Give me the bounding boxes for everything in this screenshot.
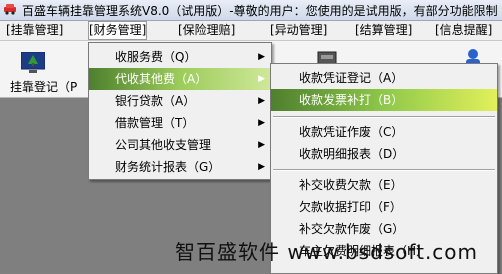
guakao-register-label: 挂靠登记（P [10, 80, 78, 94]
menu-separator [273, 116, 495, 118]
submenu-item-label: 欠款收据打印（F） [299, 200, 402, 214]
menu-item-label: 银行贷款（A） [115, 94, 196, 108]
menu-change[interactable]: [异动管理] [270, 22, 327, 38]
submenu-item-label: 收款发票补打（B） [299, 93, 404, 107]
submenu-item-detail-report[interactable]: 收款明细报表（D） [271, 143, 497, 165]
menu-item-label: 公司其他收支管理 [115, 138, 212, 152]
submenu-item-label: 收款明细报表（D） [299, 147, 405, 161]
submenu-item-pay-arrears[interactable]: 补交收费欠款（E） [271, 174, 497, 196]
title-bar: 百盛车辆挂靠管理系统V8.0（试用版）-尊敬的用户：您使用的是试用版，有部分功能… [0, 0, 502, 21]
menu-item-label: 借款管理（T） [115, 116, 195, 130]
window-title: 百盛车辆挂靠管理系统V8.0（试用版）-尊敬的用户：您使用的是试用版，有部分功能… [22, 4, 498, 18]
submenu-item-label: 补交收费欠款（E） [299, 178, 403, 192]
submenu-item-voucher-register[interactable]: 收款凭证登记（A） [271, 67, 497, 89]
submenu-item-arrears-receipt[interactable]: 欠款收据打印（F） [271, 196, 497, 218]
submenu-item-voucher-void[interactable]: 收款凭证作废（C） [271, 121, 497, 143]
car-icon [4, 4, 16, 15]
menu-item-label: 财务统计报表（G） [115, 160, 221, 174]
submenu-item-label: 收款凭证登记（A） [299, 71, 404, 85]
submenu-arrow-icon: ▶ [258, 74, 265, 84]
menu-settlement[interactable]: [结算管理] [355, 22, 412, 38]
menu-bar: [挂靠管理] [财务管理] [保险理赔] [异动管理] [结算管理] [信息提醒… [0, 21, 502, 41]
submenu-arrow-icon: ▶ [258, 140, 265, 150]
menu-finance[interactable]: [财务管理] [88, 21, 148, 40]
submenu-item-label: 收款凭证作废（C） [299, 125, 404, 139]
submenu-arrow-icon: ▶ [258, 162, 265, 172]
submenu-item-invoice-reprint[interactable]: 收款发票补打（B） [271, 89, 497, 111]
menu-reminder[interactable]: [信息提醒] [435, 22, 492, 38]
menu-insurance[interactable]: [保险理赔] [178, 22, 235, 38]
menu-item-finance-report[interactable]: 财务统计报表（G） ▶ [89, 156, 271, 178]
menu-item-service-fee[interactable]: 收服务费（Q） ▶ [89, 46, 271, 68]
menu-item-label: 代收其他费（A） [115, 72, 208, 86]
submenu-arrow-icon: ▶ [258, 118, 265, 128]
monitor-icon [21, 52, 45, 73]
menu-separator [273, 169, 495, 171]
submenu-arrow-icon: ▶ [258, 52, 265, 62]
menu-guakao[interactable]: [挂靠管理] [6, 22, 63, 38]
submenu-arrow-icon: ▶ [258, 96, 265, 106]
menu-item-borrowing[interactable]: 借款管理（T） ▶ [89, 112, 271, 134]
menu-item-label: 收服务费（Q） [115, 50, 197, 64]
menu-item-other-fees[interactable]: 代收其他费（A） ▶ [89, 68, 271, 90]
guakao-register-button[interactable]: 挂靠登记（P [9, 48, 87, 96]
menu-item-bank-loan[interactable]: 银行贷款（A） ▶ [89, 90, 271, 112]
menu-item-company-other[interactable]: 公司其他收支管理 ▶ [89, 134, 271, 156]
finance-dropdown: 收服务费（Q） ▶ 代收其他费（A） ▶ 银行贷款（A） ▶ 借款管理（T） ▶… [88, 42, 272, 180]
watermark: 智百盛软件 www.bsdsoft.com [175, 240, 479, 264]
